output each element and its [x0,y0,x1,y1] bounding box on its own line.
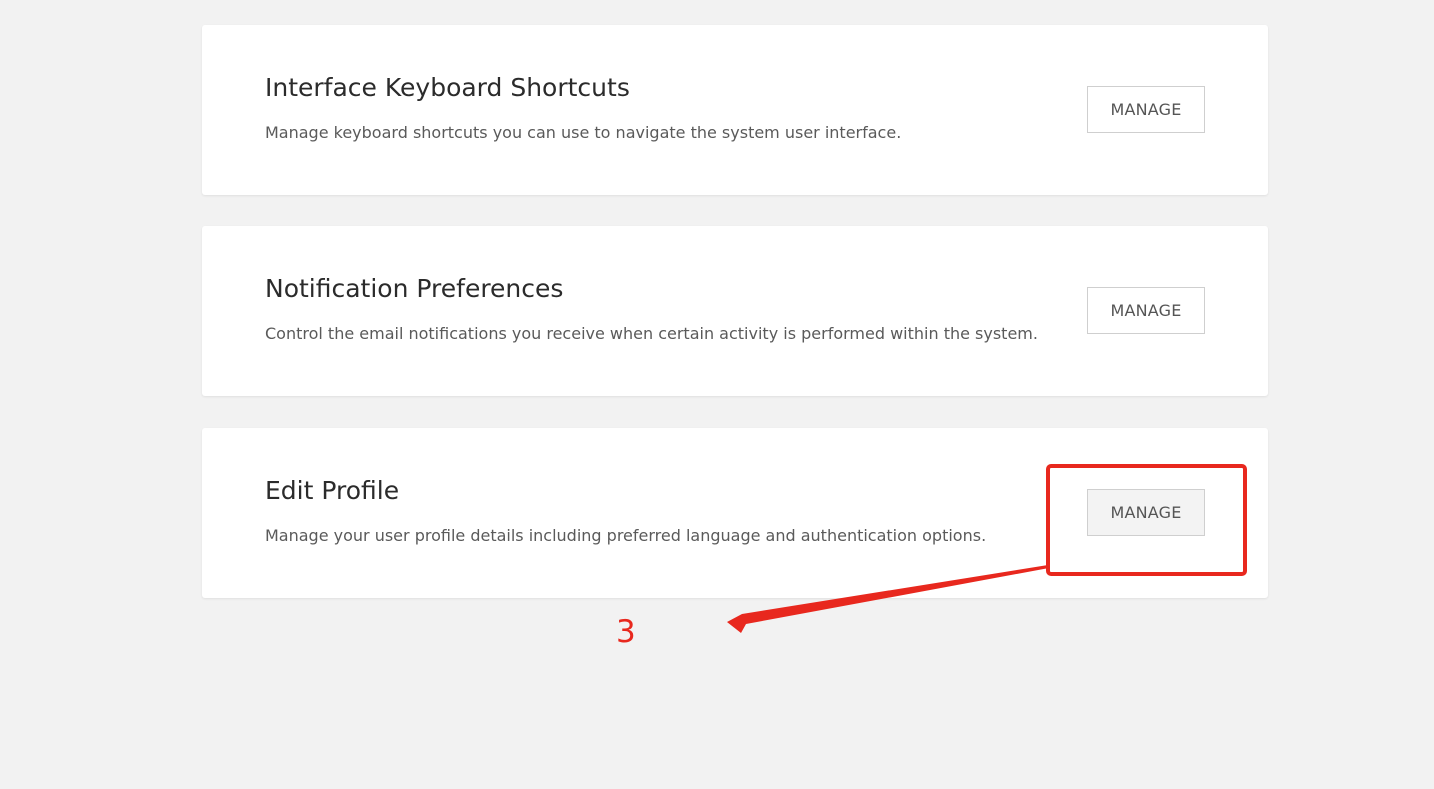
notification-preferences-description: Control the email notifications you rece… [265,324,1038,343]
edit-profile-description: Manage your user profile details includi… [265,526,987,545]
keyboard-shortcuts-title: Interface Keyboard Shortcuts [265,73,630,102]
keyboard-shortcuts-description: Manage keyboard shortcuts you can use to… [265,123,902,142]
keyboard-shortcuts-card: Interface Keyboard Shortcuts Manage keyb… [202,25,1268,195]
notification-preferences-card: Notification Preferences Control the ema… [202,226,1268,396]
edit-profile-card: Edit Profile Manage your user profile de… [202,428,1268,598]
edit-profile-manage-button[interactable]: MANAGE [1087,489,1205,536]
annotation-step-number: 3 [616,614,636,650]
notification-preferences-title: Notification Preferences [265,274,564,303]
keyboard-shortcuts-manage-button[interactable]: MANAGE [1087,86,1205,133]
edit-profile-title: Edit Profile [265,476,400,505]
notification-preferences-manage-button[interactable]: MANAGE [1087,287,1205,334]
